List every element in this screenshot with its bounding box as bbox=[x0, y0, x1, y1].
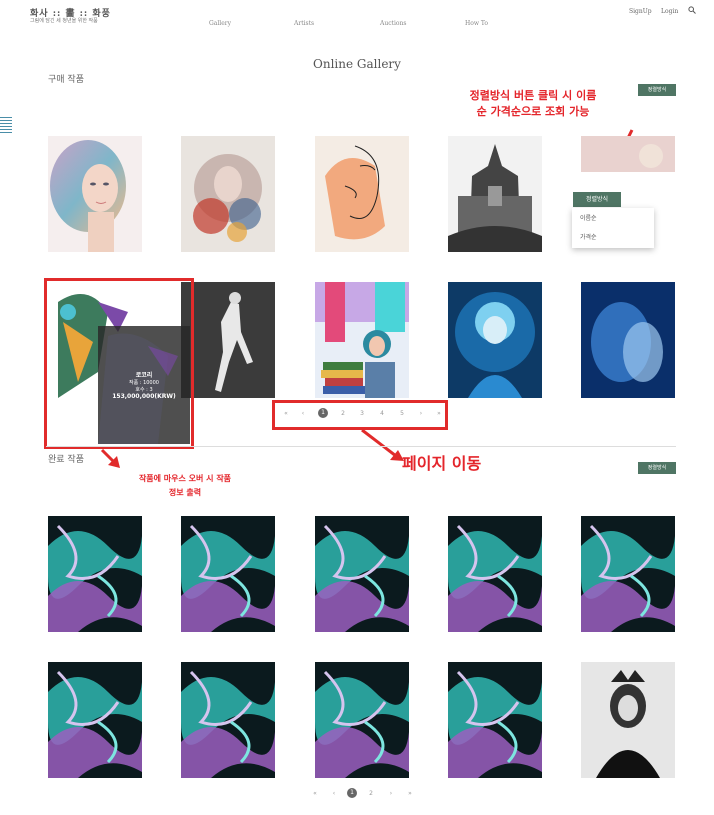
artwork-thumb[interactable] bbox=[581, 662, 675, 778]
artwork-thumb[interactable] bbox=[315, 516, 409, 632]
annotation-hover-line1: 작품에 마우스 오버 시 작품 bbox=[138, 474, 232, 483]
search-icon[interactable] bbox=[688, 6, 696, 14]
section-purchase-label: 구매 작품 bbox=[48, 75, 84, 85]
artwork-thumb[interactable] bbox=[48, 136, 142, 252]
sort-button-completed[interactable]: 정렬방식 bbox=[638, 462, 676, 474]
artwork-thumb[interactable] bbox=[315, 662, 409, 778]
site-tagline: 그림에 담긴 세 청년을 위한 작품 bbox=[30, 18, 98, 24]
page-title: Online Gallery bbox=[313, 57, 401, 71]
section-divider bbox=[46, 446, 676, 447]
section-completed-label: 완료 작품 bbox=[48, 455, 84, 465]
page-2[interactable]: 2 bbox=[338, 410, 348, 417]
menu-icon[interactable] bbox=[0, 115, 12, 135]
artwork-thumb[interactable] bbox=[581, 282, 675, 398]
page-first[interactable]: « bbox=[281, 410, 291, 417]
sort-option-name[interactable]: 이름순 bbox=[572, 208, 654, 227]
nav-how-to[interactable]: How To bbox=[465, 20, 488, 27]
login-link[interactable]: Login bbox=[661, 8, 678, 15]
page-3[interactable]: 3 bbox=[357, 410, 367, 417]
annotation-hover-line2: 정보 출력 bbox=[168, 488, 202, 497]
page-next[interactable]: › bbox=[386, 790, 396, 797]
sort-button[interactable]: 정렬방식 bbox=[638, 84, 676, 96]
annotation-page-move: 페이지 이동 bbox=[402, 454, 482, 473]
artwork-thumb[interactable] bbox=[48, 662, 142, 778]
page-first[interactable]: « bbox=[310, 790, 320, 797]
artwork-thumb[interactable] bbox=[315, 136, 409, 252]
page-prev[interactable]: ‹ bbox=[329, 790, 339, 797]
page-last[interactable]: » bbox=[434, 410, 444, 417]
artwork-thumb[interactable] bbox=[448, 662, 542, 778]
annotation-hover: 작품에 마우스 오버 시 작품 정보 출력 bbox=[110, 472, 260, 500]
annotation-hover-box bbox=[44, 278, 194, 449]
signup-link[interactable]: SignUp bbox=[629, 8, 652, 15]
artwork-thumb[interactable] bbox=[48, 516, 142, 632]
page-1[interactable]: 1 bbox=[347, 788, 357, 798]
page-4[interactable]: 4 bbox=[377, 410, 387, 417]
page-prev[interactable]: ‹ bbox=[298, 410, 308, 417]
artwork-thumb[interactable] bbox=[181, 136, 275, 252]
annotation-sort-line2: 순 가격순으로 조회 가능 bbox=[476, 105, 590, 118]
artwork-thumb[interactable] bbox=[181, 516, 275, 632]
sort-option-price[interactable]: 가격순 bbox=[572, 227, 654, 246]
artwork-thumb[interactable] bbox=[315, 282, 409, 398]
sort-dropdown-menu: 이름순 가격순 bbox=[572, 208, 654, 248]
artwork-thumb[interactable] bbox=[181, 282, 275, 398]
page-5[interactable]: 5 bbox=[397, 410, 407, 417]
sort-dropdown-toggle[interactable]: 정렬방식 bbox=[573, 192, 621, 207]
artwork-thumb[interactable] bbox=[448, 282, 542, 398]
page-2[interactable]: 2 bbox=[366, 790, 376, 797]
nav-gallery[interactable]: Gallery bbox=[209, 20, 231, 27]
page-1[interactable]: 1 bbox=[318, 408, 328, 418]
artwork-thumb[interactable] bbox=[448, 136, 542, 252]
artwork-thumb[interactable] bbox=[181, 662, 275, 778]
annotation-sort-line1: 정렬방식 버튼 클릭 시 이름 bbox=[469, 89, 597, 102]
annotation-sort: 정렬방식 버튼 클릭 시 이름 순 가격순으로 조회 가능 bbox=[428, 88, 638, 120]
artwork-thumb[interactable] bbox=[581, 136, 675, 172]
artwork-thumb[interactable] bbox=[581, 516, 675, 632]
page-next[interactable]: › bbox=[416, 410, 426, 417]
artwork-thumb[interactable] bbox=[448, 516, 542, 632]
nav-auctions[interactable]: Auctions bbox=[380, 20, 406, 27]
page-last[interactable]: » bbox=[405, 790, 415, 797]
nav-artists[interactable]: Artists bbox=[294, 20, 314, 27]
arrow-icon bbox=[100, 448, 120, 468]
